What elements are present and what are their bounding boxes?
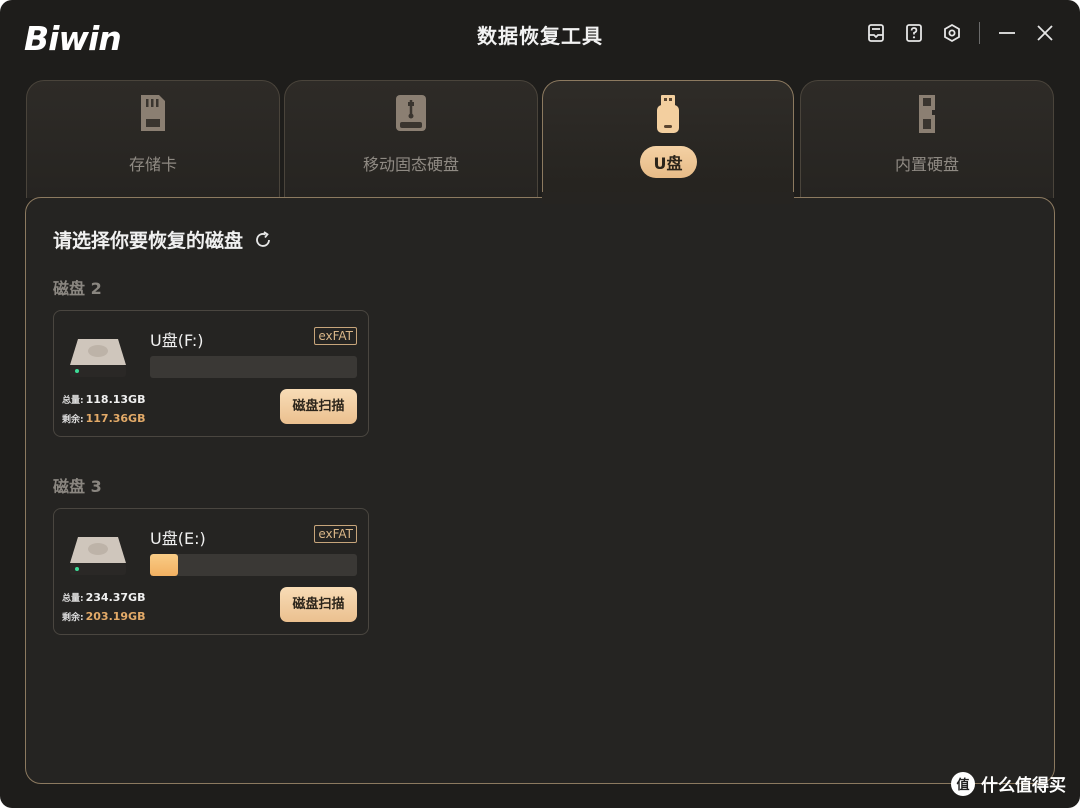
close-icon[interactable] — [1032, 20, 1058, 46]
disk-group-title: 磁盘 3 — [53, 477, 102, 496]
drive-icon — [70, 537, 126, 575]
disk-scan-button[interactable]: 磁盘扫描 — [280, 389, 357, 424]
usage-bar-fill — [150, 554, 178, 576]
total-capacity: 总量: 118.13GB — [62, 393, 146, 406]
free-capacity: 剩余: 117.36GB — [62, 412, 146, 425]
panel-heading: 请选择你要恢复的磁盘 — [53, 226, 273, 253]
internal-ssd-icon — [907, 93, 947, 137]
usage-bar — [150, 554, 357, 576]
settings-icon[interactable] — [939, 20, 965, 46]
disk-selection-panel: 请选择你要恢复的磁盘 磁盘 2 U盘(F:) exFAT 总量: 118.13GB… — [25, 197, 1055, 784]
disk-scan-button[interactable]: 磁盘扫描 — [280, 587, 357, 622]
usb-drive-icon — [648, 93, 688, 137]
tab-memory-card[interactable]: 存储卡 — [26, 80, 280, 198]
tab-panel-join — [542, 192, 794, 204]
usage-bar — [150, 356, 357, 378]
total-capacity: 总量: 234.37GB — [62, 591, 146, 604]
disk-name: U盘(E:) — [150, 529, 206, 548]
disk-name: U盘(F:) — [150, 331, 204, 350]
tab-portable-ssd[interactable]: 移动固态硬盘 — [284, 80, 538, 198]
tab-label: U盘 — [543, 146, 793, 178]
filesystem-badge: exFAT — [314, 327, 357, 345]
disk-card[interactable]: U盘(F:) exFAT 总量: 118.13GB 剩余: 117.36GB 磁盘扫… — [53, 310, 369, 437]
heading-text: 请选择你要恢复的磁盘 — [53, 230, 244, 252]
tab-label: 移动固态硬盘 — [362, 155, 459, 174]
free-capacity: 剩余: 203.19GB — [62, 610, 146, 623]
drive-icon — [70, 339, 126, 377]
filesystem-badge: exFAT — [314, 525, 357, 543]
watermark: 值 什么值得买 — [951, 771, 1066, 796]
watermark-text: 什么值得买 — [981, 776, 1066, 796]
tab-usb-drive[interactable]: U盘 — [542, 80, 794, 198]
refresh-icon[interactable] — [253, 230, 273, 250]
feedback-icon[interactable] — [863, 20, 889, 46]
disk-card[interactable]: U盘(E:) exFAT 总量: 234.37GB 剩余: 203.19GB 磁盘扫… — [53, 508, 369, 635]
sd-card-icon — [133, 93, 173, 137]
title-bar-controls — [851, 20, 1058, 46]
minimize-icon[interactable] — [994, 20, 1020, 46]
portable-ssd-icon — [391, 93, 431, 137]
active-tab-pill: U盘 — [639, 146, 697, 178]
tab-label: 存储卡 — [128, 155, 177, 174]
tab-internal-drive[interactable]: 内置硬盘 — [800, 80, 1054, 198]
title-separator — [979, 22, 980, 44]
disk-group-title: 磁盘 2 — [53, 279, 102, 298]
app-window: Biwin 数据恢复工具 存储卡 移动固态硬盘 内置硬盘 U盘 请选择你要恢复的… — [0, 0, 1080, 808]
tab-label: 内置硬盘 — [894, 155, 959, 174]
watermark-logo: 值 — [951, 771, 975, 796]
help-icon[interactable] — [901, 20, 927, 46]
